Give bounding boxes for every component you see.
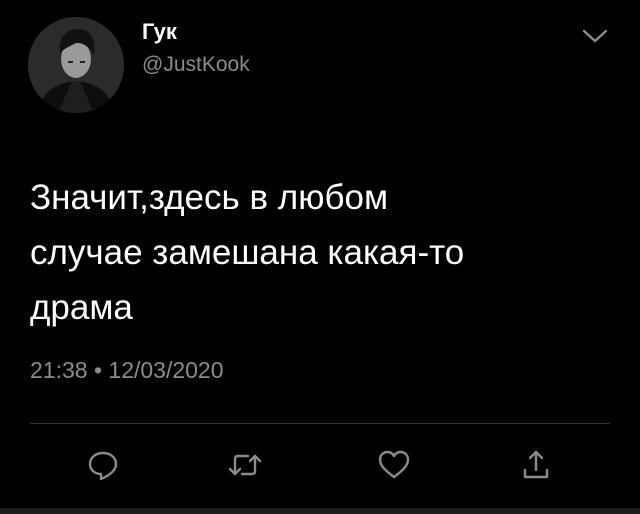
chevron-down-icon[interactable] — [578, 22, 612, 50]
tweet-text-line: драма — [30, 288, 133, 327]
author-name[interactable]: Гук — [142, 19, 177, 45]
tweet-timestamp[interactable]: 21:38 • 12/03/2020 — [30, 357, 224, 384]
tweet-text-line: Значит,здесь в любом — [30, 178, 389, 217]
avatar[interactable] — [28, 17, 124, 113]
heart-icon — [378, 450, 410, 479]
meta-separator: • — [93, 357, 103, 383]
bottom-border — [0, 508, 640, 514]
reply-button[interactable] — [85, 447, 121, 483]
like-button[interactable] — [376, 447, 412, 483]
share-icon — [523, 450, 549, 479]
tweet-text: Значит,здесь в любом случае замешана как… — [30, 170, 590, 335]
avatar-photo — [28, 17, 124, 113]
retweet-button[interactable] — [227, 447, 263, 483]
divider — [30, 423, 610, 424]
retweet-icon — [228, 454, 262, 476]
reply-icon — [88, 451, 118, 481]
tweet-time: 21:38 — [30, 357, 88, 383]
tweet-text-line: случае замешана какая-то — [30, 233, 465, 272]
tweet-date: 12/03/2020 — [108, 357, 224, 383]
share-button[interactable] — [518, 447, 554, 483]
author-handle[interactable]: @JustKook — [142, 53, 250, 77]
